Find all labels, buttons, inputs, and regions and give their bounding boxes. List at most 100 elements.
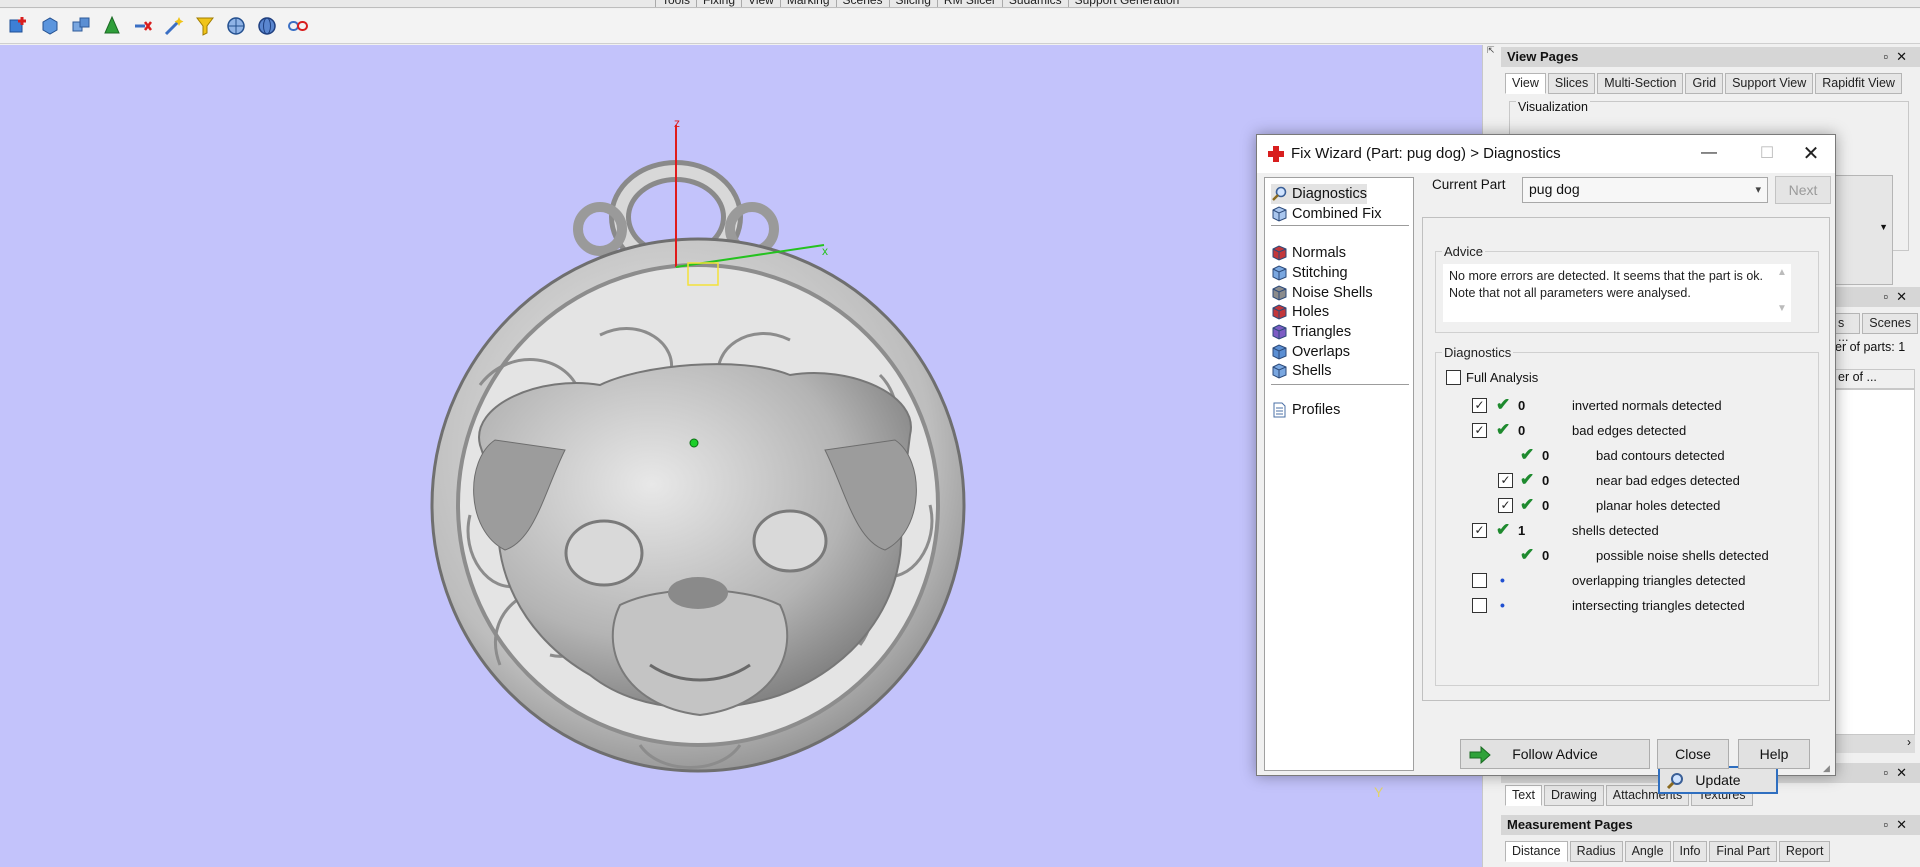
axis-z-label: z xyxy=(674,116,680,130)
diagnostics-content: Advice No more errors are detected. It s… xyxy=(1422,217,1830,794)
nav-item-normals[interactable]: Normals xyxy=(1271,243,1346,263)
current-part-select[interactable]: pug dog ▾ xyxy=(1522,177,1768,203)
nav-item-shells[interactable]: Shells xyxy=(1271,361,1332,381)
panel-controls-icon[interactable]: ▫✕ xyxy=(1883,815,1915,835)
help-button[interactable]: Help xyxy=(1738,739,1810,769)
overlaps-cube-icon xyxy=(1271,344,1288,360)
diagnostic-checkbox[interactable]: ✓ xyxy=(1472,423,1487,438)
ribbon-tab[interactable]: Marking xyxy=(779,0,836,7)
nav-item-stitching[interactable]: Stitching xyxy=(1271,263,1348,283)
view-sphere-icon[interactable] xyxy=(254,13,280,39)
ribbon-tab[interactable]: View xyxy=(741,0,780,7)
filter-icon[interactable] xyxy=(192,13,218,39)
diagnostic-checkbox[interactable] xyxy=(1472,598,1487,613)
nav-item-label: Triangles xyxy=(1292,324,1352,340)
advice-group-label: Advice xyxy=(1442,244,1486,259)
next-button[interactable]: Next xyxy=(1775,176,1831,204)
panel-controls-icon[interactable]: ▫✕ xyxy=(1883,287,1915,307)
axis-x-label: x xyxy=(822,244,828,258)
advice-text: No more errors are detected. It seems th… xyxy=(1443,264,1773,322)
parts-icon[interactable] xyxy=(68,13,94,39)
diagnostic-label: shells detected xyxy=(1572,523,1659,538)
link-icon[interactable] xyxy=(285,13,311,39)
dialog-titlebar[interactable]: Fix Wizard (Part: pug dog) > Diagnostics… xyxy=(1257,135,1835,173)
nav-item-overlaps[interactable]: Overlaps xyxy=(1271,342,1350,362)
ribbon-tab[interactable]: Support Generation xyxy=(1067,0,1186,7)
diagnostic-checkbox[interactable]: ✓ xyxy=(1472,523,1487,538)
magnifier-icon xyxy=(1271,186,1288,202)
panel-controls-icon[interactable]: ▫✕ xyxy=(1883,47,1915,67)
diagnostic-checkbox[interactable]: ✓ xyxy=(1498,473,1513,488)
unload-icon[interactable] xyxy=(37,13,63,39)
resize-grip-icon[interactable]: ◢ xyxy=(1823,763,1833,773)
view-front-icon[interactable] xyxy=(223,13,249,39)
follow-advice-button[interactable]: Follow Advice xyxy=(1460,739,1650,769)
full-analysis-checkbox[interactable] xyxy=(1446,370,1461,385)
noise-shells-icon xyxy=(1271,285,1288,301)
shells-cube-icon xyxy=(1271,363,1288,379)
view-pages-tabs: View Slices Multi-Section Grid Support View R… xyxy=(1505,73,1904,94)
measurement-tab[interactable]: Distance xyxy=(1505,841,1568,862)
dock-pin-icon[interactable]: ⇱ xyxy=(1487,45,1499,85)
diagnostic-checkbox[interactable]: ✓ xyxy=(1498,498,1513,513)
text-panel-tab[interactable]: Text xyxy=(1505,785,1542,806)
ribbon-tab[interactable]: Slicing xyxy=(888,0,937,7)
minimize-icon[interactable]: — xyxy=(1687,139,1731,167)
diagnostic-label: planar holes detected xyxy=(1596,498,1721,513)
view-pages-tab[interactable]: Multi-Section xyxy=(1597,73,1684,94)
close-icon[interactable]: ✕ xyxy=(1789,139,1833,167)
nav-item-holes[interactable]: Holes xyxy=(1271,302,1329,322)
scenes-tab[interactable]: Scenes xyxy=(1862,313,1918,334)
view-pages-tab[interactable]: Slices xyxy=(1547,73,1596,94)
ribbon-tab[interactable]: Scenes xyxy=(835,0,889,7)
diagnostics-group: Diagnostics Full Analysis Update ✓ ✔ 0 inve… xyxy=(1435,345,1819,794)
cube-icon xyxy=(1271,206,1288,222)
view-pages-tab[interactable]: Grid xyxy=(1685,73,1724,94)
scenes-list-header[interactable]: er of ... xyxy=(1835,369,1915,389)
view-pages-tab[interactable]: Rapidfit View xyxy=(1815,73,1902,94)
diagnostic-count: 0 xyxy=(1542,448,1550,463)
diagnostic-count: 0 xyxy=(1542,548,1550,563)
measurement-tab[interactable]: Report xyxy=(1778,841,1831,862)
ribbon-tab[interactable]: Tools xyxy=(655,0,696,7)
view-pages-tab[interactable]: View xyxy=(1505,73,1546,94)
measurement-tab[interactable]: Final Part xyxy=(1709,841,1777,862)
add-part-icon[interactable] xyxy=(6,13,32,39)
nav-item-triangles[interactable]: Triangles xyxy=(1271,322,1351,342)
diagnostic-checkbox[interactable] xyxy=(1472,573,1487,588)
diagnostic-checkbox[interactable]: ✓ xyxy=(1472,398,1487,413)
close-button[interactable]: Close xyxy=(1657,739,1729,769)
follow-advice-label: Follow Advice xyxy=(1512,746,1598,762)
nav-item-diagnostics[interactable]: Diagnostics xyxy=(1271,184,1367,204)
diagnostic-label: near bad edges detected xyxy=(1596,473,1740,488)
nav-item-label: Overlaps xyxy=(1292,344,1351,360)
fix-wizard-icon[interactable] xyxy=(161,13,187,39)
nav-separator xyxy=(1271,225,1409,226)
pending-dot-icon: • xyxy=(1500,572,1505,588)
text-panel-tab[interactable]: Drawing xyxy=(1543,785,1604,806)
ribbon-tabs: Tools Fixing View Marking Scenes Slicing RM Sl… xyxy=(655,0,1186,7)
check-ok-icon: ✔ xyxy=(1496,395,1511,414)
remove-icon[interactable] xyxy=(130,13,156,39)
measurement-tab[interactable]: Info xyxy=(1672,841,1708,862)
scenes-list[interactable] xyxy=(1835,389,1915,735)
measurement-tab[interactable]: Radius xyxy=(1569,841,1623,862)
chevron-down-icon: ▾ xyxy=(1755,184,1761,196)
panel-controls-icon[interactable]: ▫✕ xyxy=(1883,763,1915,783)
measurement-tab[interactable]: Angle xyxy=(1624,841,1671,862)
ribbon-tab[interactable]: Fixing xyxy=(696,0,741,7)
update-label: Update xyxy=(1695,772,1741,788)
full-analysis-label: Full Analysis xyxy=(1466,370,1539,385)
triangles-cube-icon xyxy=(1271,324,1288,340)
cone-icon[interactable] xyxy=(99,13,125,39)
scenes-hscroll[interactable]: › xyxy=(1835,735,1915,753)
ribbon-tab[interactable]: Sudamics xyxy=(1001,0,1068,7)
ribbon-tab[interactable]: RM Slicer xyxy=(936,0,1002,7)
maximize-icon[interactable]: ☐ xyxy=(1745,139,1789,167)
update-button[interactable]: Update xyxy=(1658,766,1778,794)
view-pages-tab[interactable]: Support View xyxy=(1725,73,1814,94)
nav-item-profiles[interactable]: Profiles xyxy=(1271,400,1340,420)
nav-item-noise-shells[interactable]: Noise Shells xyxy=(1271,283,1373,303)
advice-scrollbar[interactable]: ▲ ▼ xyxy=(1773,264,1791,322)
nav-item-combined-fix[interactable]: Combined Fix xyxy=(1271,204,1381,224)
